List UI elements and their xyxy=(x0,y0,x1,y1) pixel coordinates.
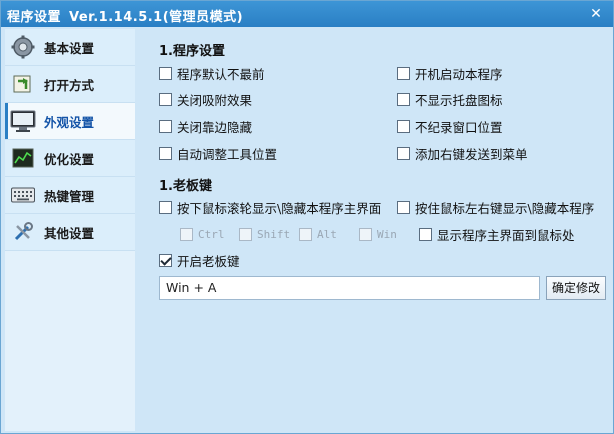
checkbox[interactable] xyxy=(397,146,410,160)
option-label: 开机启动本程序 xyxy=(415,66,503,82)
option-label: 不纪录窗口位置 xyxy=(415,119,503,135)
option-auto-adjust-tool-position[interactable]: 自动调整工具位置 xyxy=(159,145,278,162)
option-label: 关闭靠边隐藏 xyxy=(177,119,253,135)
boss-key-heading: 1.老板键 xyxy=(159,179,212,194)
modifier-win[interactable]: Win xyxy=(359,226,397,242)
sidebar: 基本设置 打开方式 外观设置 优化设置 热键管理 其他设置 xyxy=(5,29,135,431)
option-label: Ctrl xyxy=(198,227,225,241)
program-settings-heading: 1.程序设置 xyxy=(159,44,225,59)
option-enable-boss-key[interactable]: 开启老板键 xyxy=(159,252,240,269)
checkbox[interactable] xyxy=(397,66,410,80)
modifier-shift[interactable]: Shift xyxy=(239,226,290,242)
settings-panel: 1.程序设置 程序默认不最前 开机启动本程序 关闭吸附效果 不显示托盘图标 关闭… xyxy=(135,29,611,431)
option-autostart[interactable]: 开机启动本程序 xyxy=(397,65,503,82)
option-disable-snap[interactable]: 关闭吸附效果 xyxy=(159,91,253,108)
checkbox[interactable] xyxy=(159,146,172,160)
sidebar-item-label: 优化设置 xyxy=(44,151,95,167)
chart-icon xyxy=(10,145,36,171)
checkbox[interactable] xyxy=(159,253,172,267)
checkbox[interactable] xyxy=(159,200,172,214)
sidebar-item-appearance[interactable]: 外观设置 xyxy=(5,103,135,140)
hotkey-input[interactable]: Win + A xyxy=(159,276,540,300)
sidebar-item-label: 热键管理 xyxy=(44,188,95,204)
checkbox[interactable] xyxy=(419,227,432,241)
sidebar-item-optimize[interactable]: 优化设置 xyxy=(5,140,135,177)
keyboard-icon xyxy=(10,182,36,208)
option-label: Shift xyxy=(257,227,291,241)
version-label: Ver.1.14.5.1(管理员模式) xyxy=(69,10,244,25)
option-hide-tray-icon[interactable]: 不显示托盘图标 xyxy=(397,91,503,108)
option-no-remember-position[interactable]: 不纪录窗口位置 xyxy=(397,118,503,135)
option-label: 按住鼠标左右键显示\隐藏本程序 xyxy=(415,200,595,216)
checkbox[interactable] xyxy=(299,227,312,241)
sidebar-item-open-with[interactable]: 打开方式 xyxy=(5,66,135,103)
checkbox[interactable] xyxy=(397,92,410,106)
sidebar-item-label: 基本设置 xyxy=(44,40,95,56)
modifier-alt[interactable]: Alt xyxy=(299,226,337,242)
window-title: 程序设置 Ver.1.14.5.1(管理员模式) xyxy=(7,6,243,25)
modifier-ctrl[interactable]: Ctrl xyxy=(180,226,225,242)
option-wheel-toggle[interactable]: 按下鼠标滚轮显示\隐藏本程序主界面 xyxy=(159,199,382,216)
option-not-topmost[interactable]: 程序默认不最前 xyxy=(159,65,265,82)
checkbox[interactable] xyxy=(397,119,410,133)
sidebar-item-label: 外观设置 xyxy=(44,114,95,130)
checkbox[interactable] xyxy=(397,200,410,214)
sidebar-item-label: 打开方式 xyxy=(44,77,95,93)
confirm-button[interactable]: 确定修改 xyxy=(546,276,606,300)
sidebar-item-other-settings[interactable]: 其他设置 xyxy=(5,214,135,251)
option-label: 添加右键发送到菜单 xyxy=(415,146,528,162)
checkbox[interactable] xyxy=(359,227,372,241)
option-show-at-mouse[interactable]: 显示程序主界面到鼠标处 xyxy=(419,226,575,243)
option-label: 按下鼠标滚轮显示\隐藏本程序主界面 xyxy=(177,200,382,216)
option-disable-edge-hide[interactable]: 关闭靠边隐藏 xyxy=(159,118,253,135)
close-icon: ✕ xyxy=(590,6,602,22)
option-label: Win xyxy=(377,227,397,241)
checkbox[interactable] xyxy=(159,119,172,133)
checkbox[interactable] xyxy=(159,92,172,106)
sidebar-item-basic-settings[interactable]: 基本设置 xyxy=(5,29,135,66)
option-label: 自动调整工具位置 xyxy=(177,146,278,162)
option-label: 不显示托盘图标 xyxy=(415,92,503,108)
gear-icon xyxy=(10,34,36,60)
option-label: 关闭吸附效果 xyxy=(177,92,253,108)
option-label: 程序默认不最前 xyxy=(177,66,265,82)
open-with-icon xyxy=(10,71,36,97)
settings-window: 程序设置 Ver.1.14.5.1(管理员模式) ✕ 基本设置 打开方式 外观设置 xyxy=(0,0,614,434)
monitor-icon xyxy=(10,108,36,134)
option-add-sendto-menu[interactable]: 添加右键发送到菜单 xyxy=(397,145,528,162)
sidebar-item-label: 其他设置 xyxy=(44,225,95,241)
close-button[interactable]: ✕ xyxy=(587,5,605,23)
option-label: 开启老板键 xyxy=(177,253,240,269)
option-label: 显示程序主界面到鼠标处 xyxy=(437,227,575,243)
option-label: Alt xyxy=(317,227,337,241)
title-bar[interactable]: 程序设置 Ver.1.14.5.1(管理员模式) ✕ xyxy=(1,1,613,27)
window-title-text: 程序设置 xyxy=(7,10,62,25)
option-lr-button-toggle[interactable]: 按住鼠标左右键显示\隐藏本程序 xyxy=(397,199,595,216)
tools-icon xyxy=(10,219,36,245)
sidebar-item-hotkeys[interactable]: 热键管理 xyxy=(5,177,135,214)
checkbox[interactable] xyxy=(180,227,193,241)
checkbox[interactable] xyxy=(159,66,172,80)
checkbox[interactable] xyxy=(239,227,252,241)
